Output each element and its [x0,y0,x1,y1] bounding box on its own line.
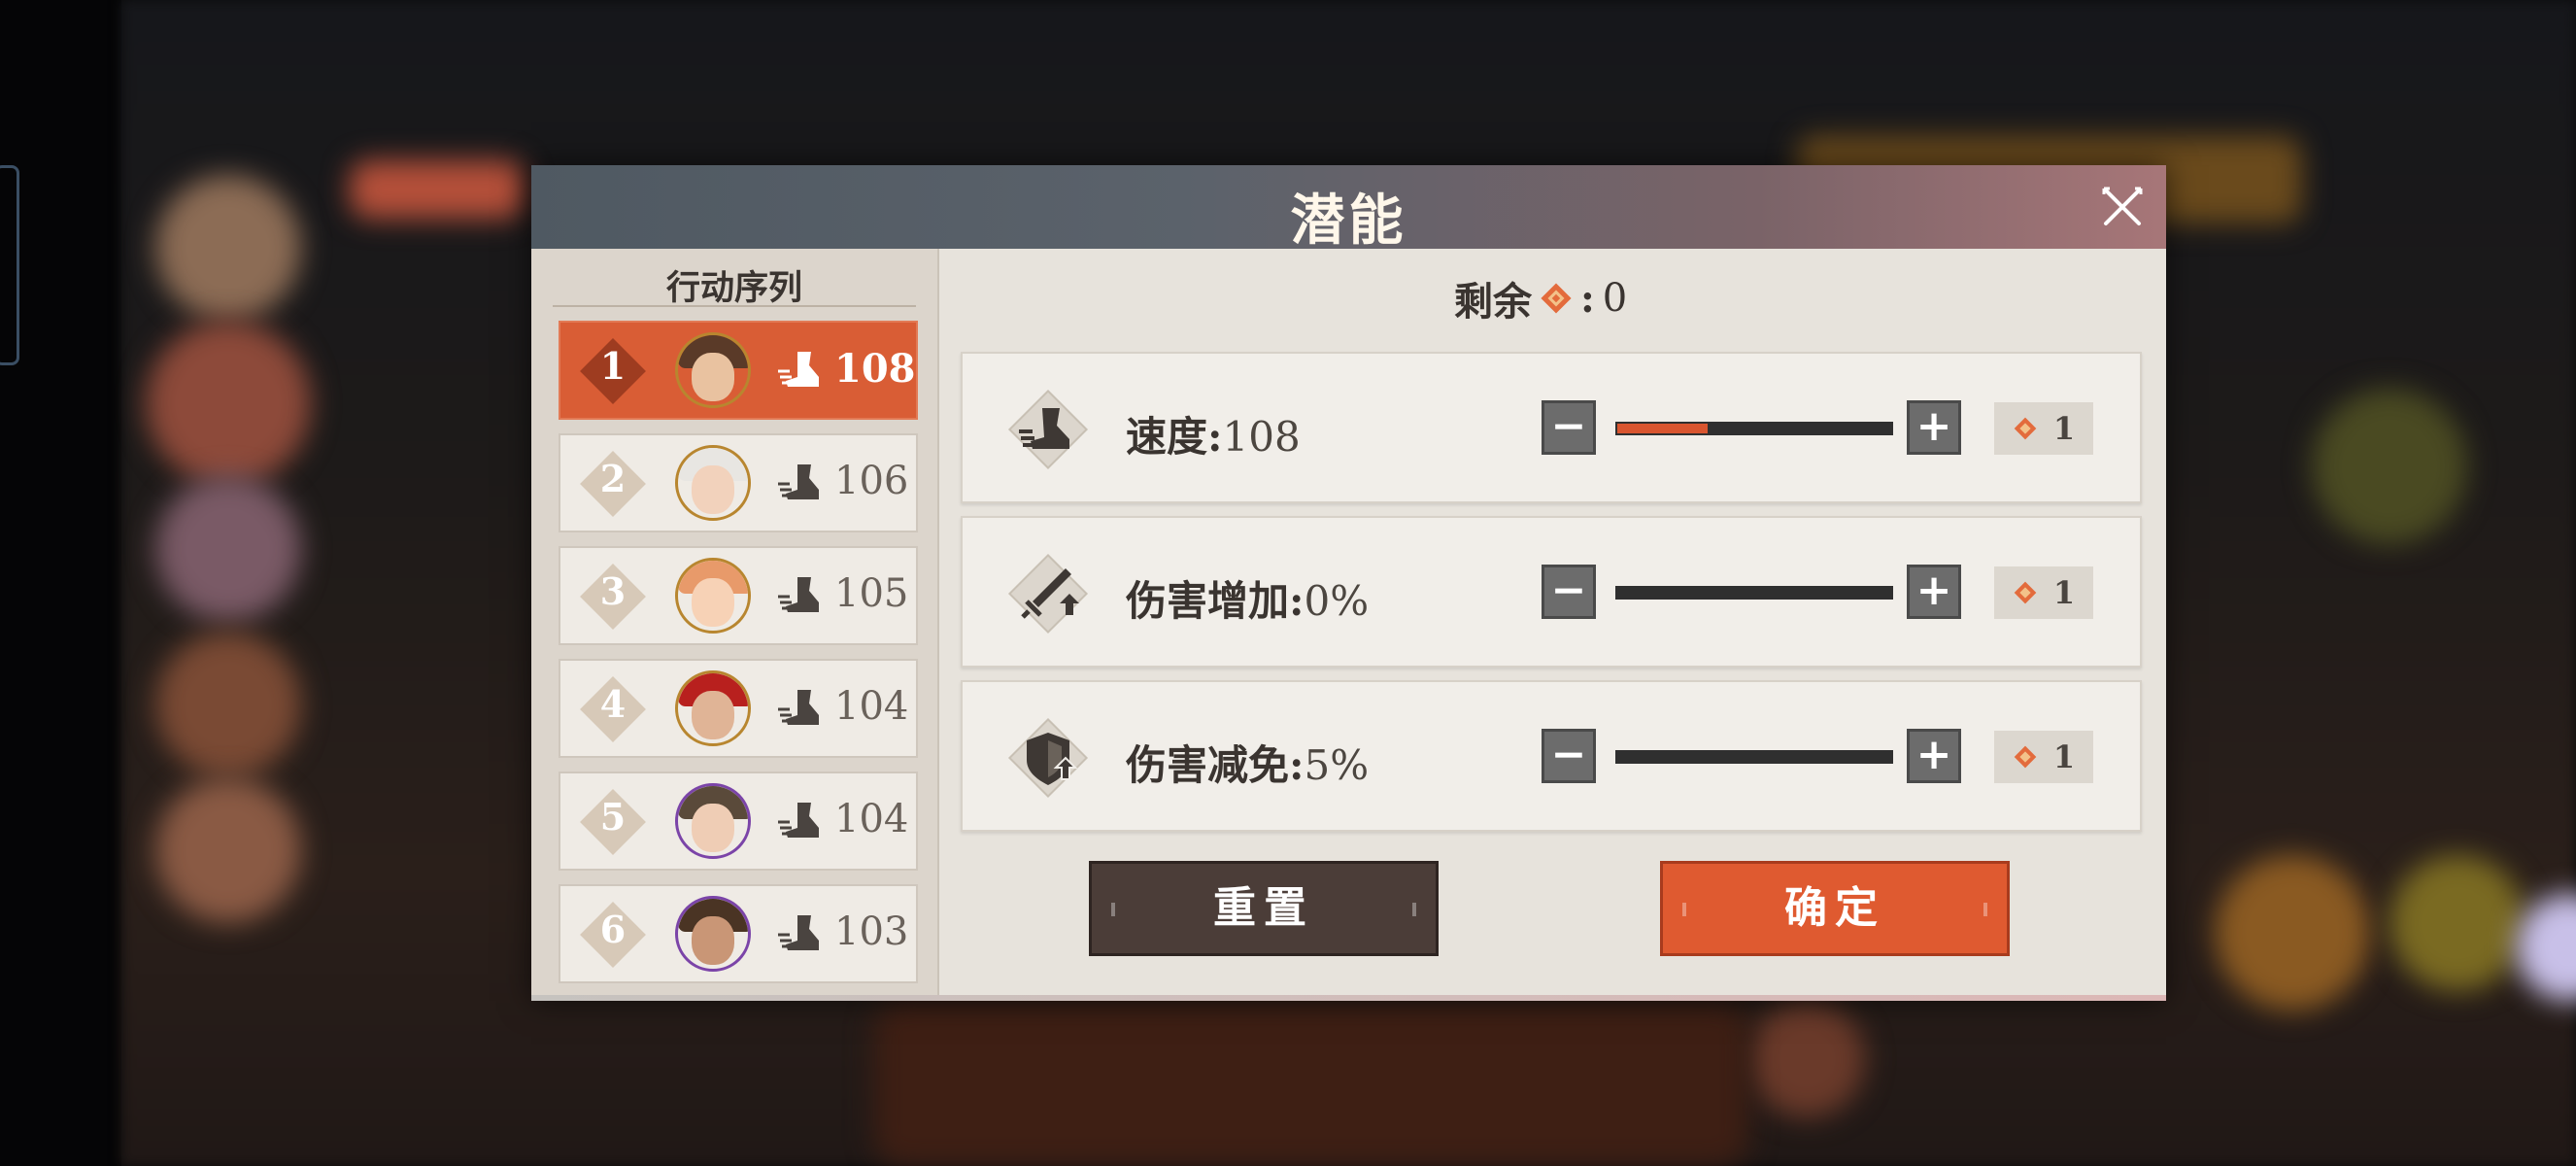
decrease-button[interactable]: − [1542,400,1596,455]
speed-icon [776,686,823,729]
sequence-rank: 4 [599,682,627,726]
cost-point-icon [2013,416,2038,441]
background-character-body [874,1001,1748,1166]
speed-icon [776,573,823,616]
stat-cost: 1 [1994,566,2093,619]
sequence-speed: 104 [834,684,909,729]
stat-level-bar[interactable] [1615,422,1893,435]
close-icon[interactable] [2100,185,2145,229]
cost-point-icon [2013,744,2038,770]
increase-button[interactable]: + [1907,400,1961,455]
speed-icon [776,348,823,391]
character-avatar [675,558,751,634]
shield-up-icon [1001,711,1095,805]
stat-cost-value: 1 [2052,574,2076,611]
decrease-button[interactable]: − [1542,565,1596,619]
dialog-bottom-strip [531,995,2166,1001]
increase-button[interactable]: + [1907,729,1961,783]
character-avatar [675,445,751,521]
confirm-button[interactable]: 确定 [1660,861,2010,956]
stat-level-fill [1617,424,1708,433]
button-notch [1111,903,1115,916]
background-avatar [155,476,301,622]
sequence-speed: 105 [834,571,909,616]
background-character [2215,855,2370,1011]
stat-value: 0% [1304,577,1370,625]
sequence-row[interactable]: 1 108 [559,321,918,420]
stat-separator: : [1289,741,1305,789]
stat-row-damage-reduction: 伤害减免:5% − + 1 [961,680,2142,832]
remaining-label: 剩余 [1454,279,1532,325]
background-figure [1748,1001,1865,1117]
character-avatar [675,670,751,746]
button-notch [1412,903,1416,916]
background-tab [350,160,525,219]
sequence-row[interactable]: 6 103 [559,884,918,983]
sequence-speed: 106 [834,459,909,503]
confirm-button-label: 确定 [1784,883,1885,933]
stat-cost: 1 [1994,731,2093,783]
sequence-row[interactable]: 5 104 [559,772,918,871]
stat-name: 速度 [1126,413,1208,461]
stat-value: 108 [1222,413,1301,461]
remaining-value: 0 [1602,276,1628,321]
speed-icon [1001,383,1095,476]
sequence-row[interactable]: 2 106 [559,433,918,532]
sword-up-icon [1001,547,1095,640]
stat-name: 伤害增加 [1126,577,1290,625]
sequence-row[interactable]: 4 104 [559,659,918,758]
remaining-points: 剩余 : 0 [1454,270,1627,326]
decrease-button[interactable]: − [1542,729,1596,783]
background-avatar [155,175,301,321]
action-sequence-title: 行动序列 [553,260,916,308]
background-character [2390,855,2525,991]
speed-icon [776,799,823,841]
action-sequence-panel: 行动序列 1 108 2 106 3 105 4 104 5 104 6 103 [531,249,939,995]
stat-label: 伤害增加:0% [1126,568,1369,628]
button-notch [1682,903,1686,916]
sequence-speed: 103 [834,909,909,954]
stat-row-speed: 速度:108 − + 1 [961,352,2142,503]
background-avatar [155,777,301,923]
speed-icon [776,461,823,503]
sequence-rank: 2 [599,457,627,500]
potential-point-icon [1541,283,1572,314]
speed-icon [776,911,823,954]
stat-cost-value: 1 [2052,410,2076,447]
cost-point-icon [2013,580,2038,605]
button-notch [1983,903,1987,916]
reset-button-label: 重置 [1213,883,1314,933]
background-avatar [146,321,311,486]
sequence-rank: 1 [599,344,627,388]
character-avatar [675,896,751,972]
stat-cost: 1 [1994,402,2093,455]
character-avatar [675,332,751,408]
sequence-row[interactable]: 3 105 [559,546,918,645]
stat-level-bar[interactable] [1615,750,1893,764]
sequence-rank: 6 [599,908,627,951]
stat-row-damage-increase: 伤害增加:0% − + 1 [961,516,2142,668]
stat-separator: : [1207,413,1223,461]
stat-separator: : [1289,577,1305,625]
increase-button[interactable]: + [1907,565,1961,619]
background-avatar [155,632,301,777]
stat-label: 伤害减免:5% [1126,733,1369,792]
sequence-rank: 5 [599,795,627,839]
potential-dialog: 潜能 行动序列 1 108 2 106 3 105 4 104 5 104 6 … [531,165,2166,1001]
stat-level-bar[interactable] [1615,586,1893,600]
character-avatar [675,783,751,859]
stat-name: 伤害减免 [1126,741,1290,789]
background-edge-tab [0,165,19,365]
sequence-rank: 3 [599,569,627,613]
remaining-separator: : [1580,275,1595,322]
stat-cost-value: 1 [2052,738,2076,775]
sequence-speed: 108 [834,346,916,392]
background-badge [2312,389,2467,544]
dialog-title: 潜能 [1290,189,1407,253]
dialog-header: 潜能 [531,165,2166,253]
reset-button[interactable]: 重置 [1089,861,1439,956]
stat-label: 速度:108 [1126,404,1301,463]
sequence-speed: 104 [834,797,909,841]
stat-value: 5% [1304,741,1370,789]
